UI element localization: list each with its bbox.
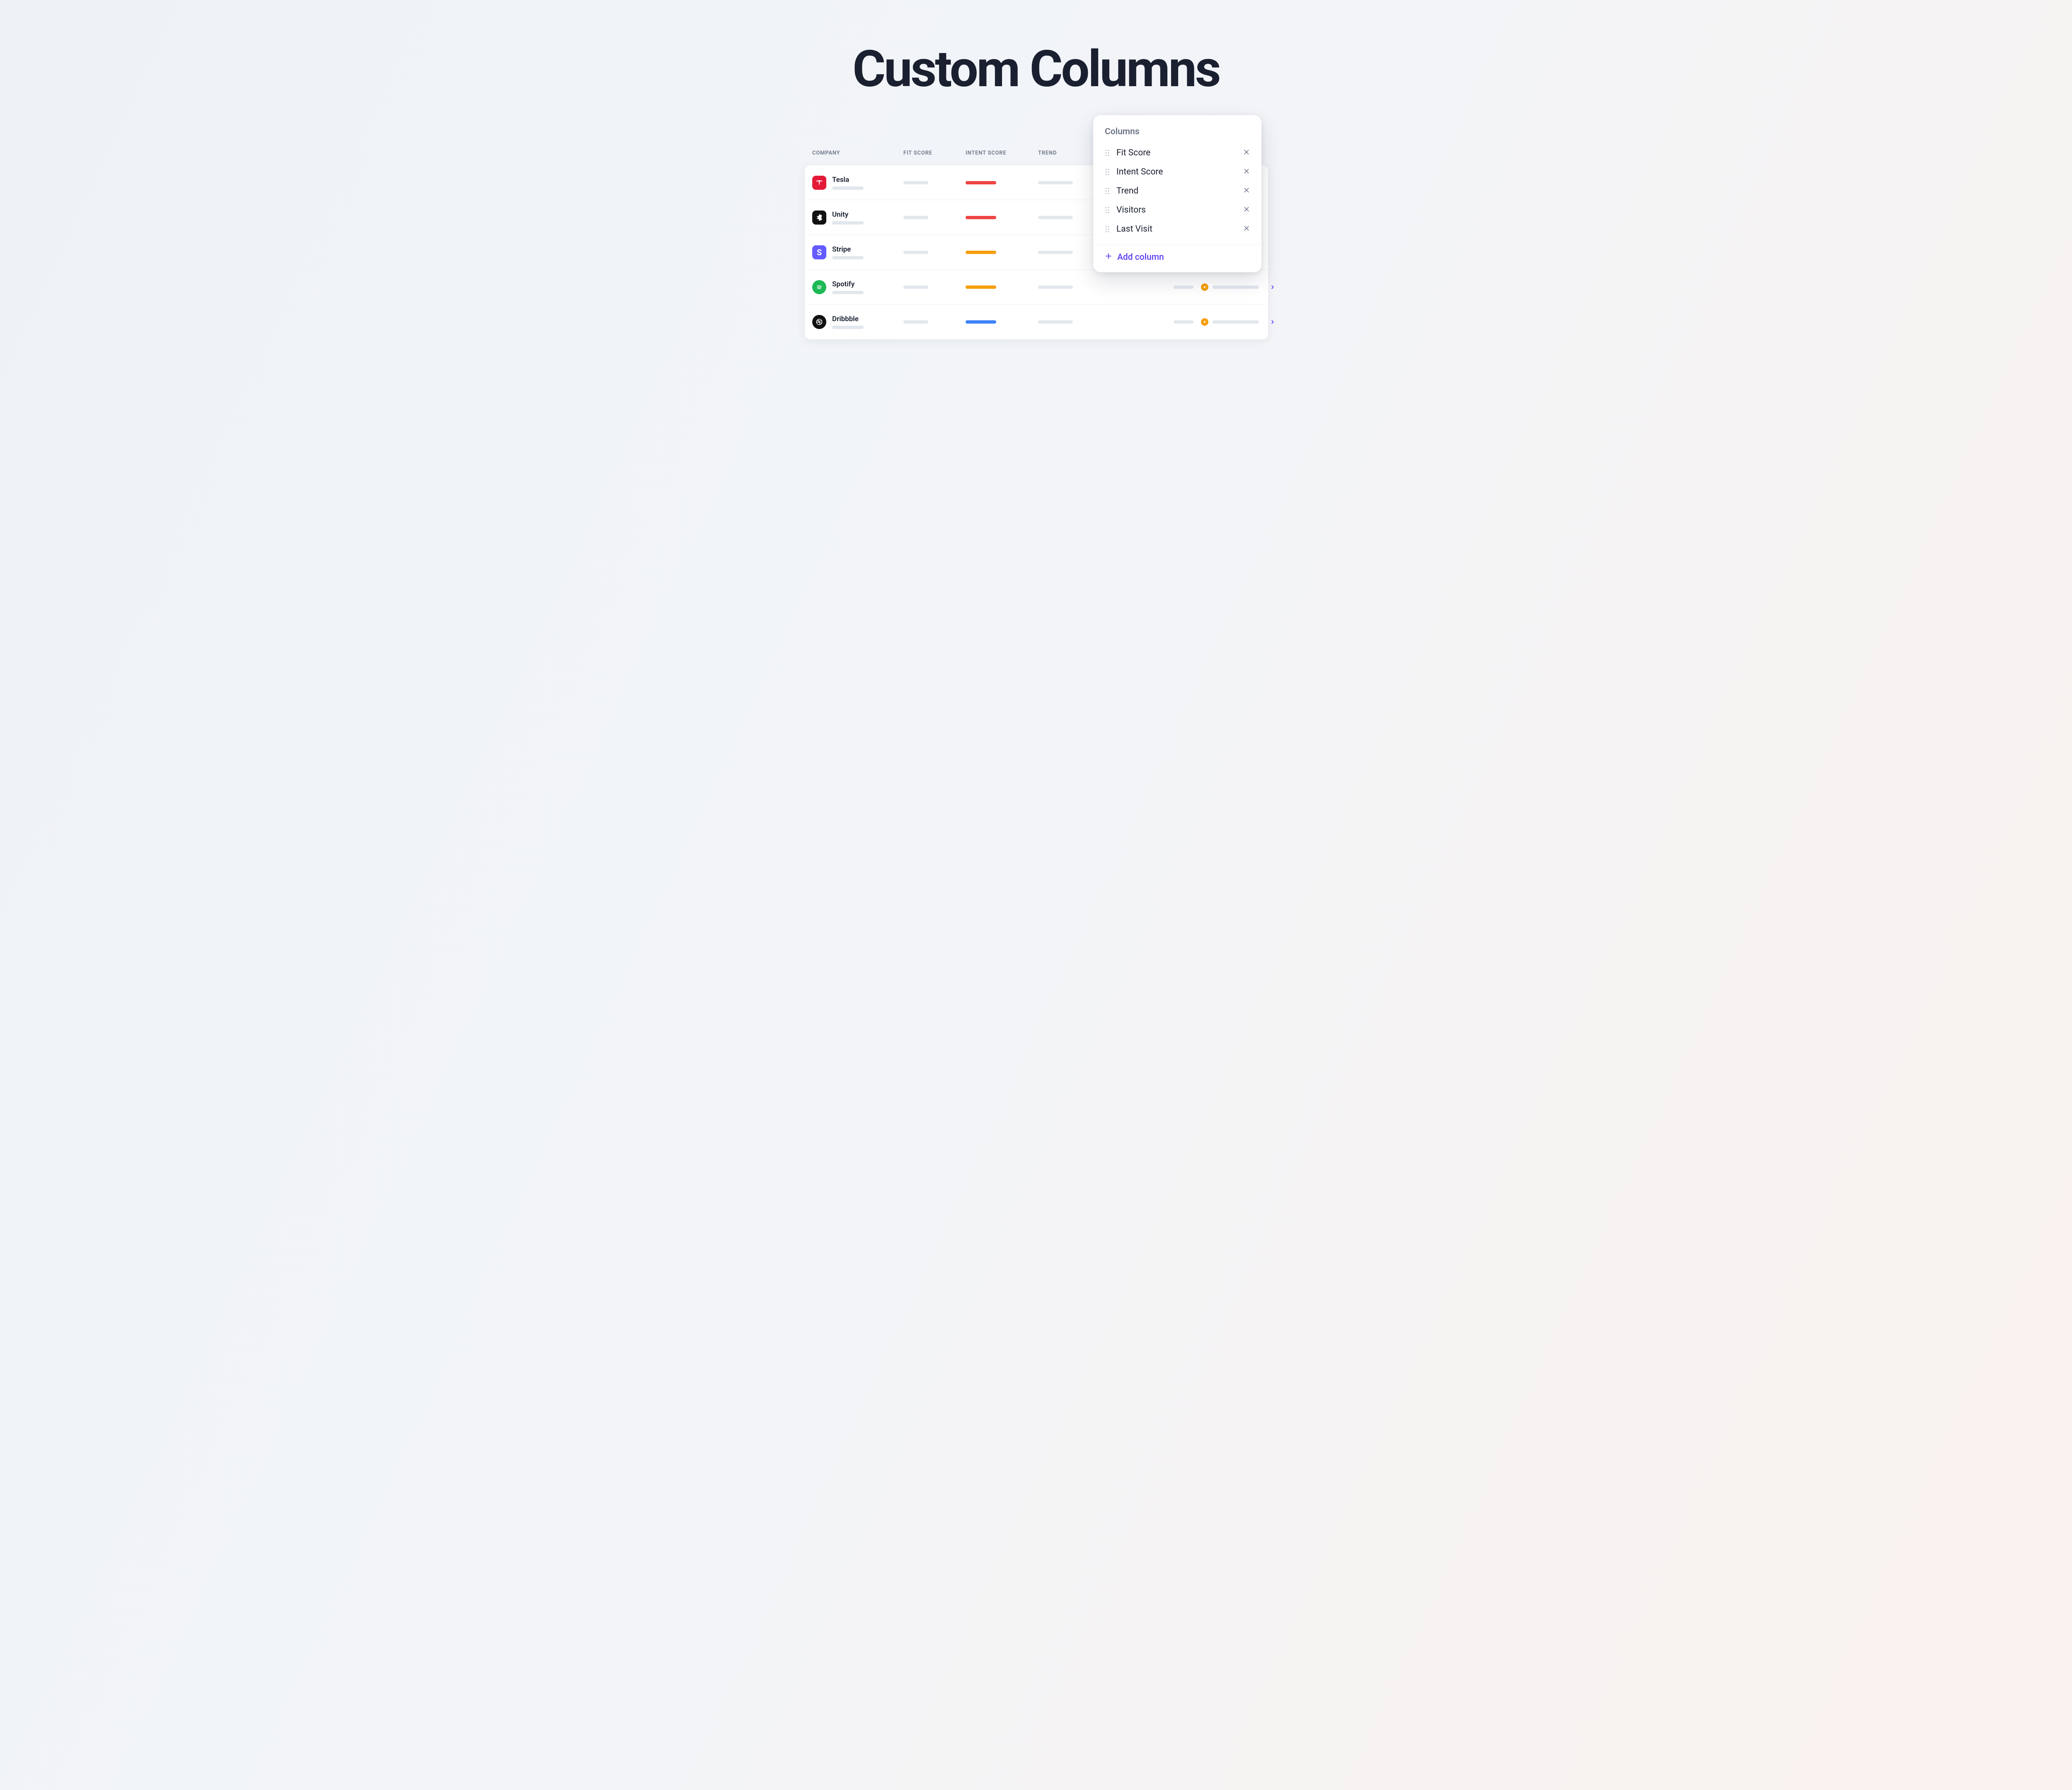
close-icon bbox=[1243, 149, 1250, 157]
extra-skeleton bbox=[1213, 285, 1259, 289]
col-header-fit-score: FIT SCORE bbox=[903, 150, 966, 156]
columns-popover: Columns Fit Score Intent Score Trend Visito… bbox=[1093, 115, 1261, 272]
company-name: Unity bbox=[832, 210, 864, 219]
company-logo-icon bbox=[812, 315, 826, 329]
company-logo-icon bbox=[812, 210, 826, 225]
drag-handle-icon[interactable] bbox=[1105, 149, 1110, 157]
column-item[interactable]: Fit Score bbox=[1093, 143, 1261, 162]
column-item-label: Trend bbox=[1116, 186, 1237, 196]
intent-score-bar bbox=[966, 216, 996, 219]
remove-column-button[interactable] bbox=[1243, 206, 1250, 214]
trend-skeleton bbox=[1038, 181, 1073, 184]
column-item[interactable]: Intent Score bbox=[1093, 162, 1261, 181]
remove-column-button[interactable] bbox=[1243, 149, 1250, 157]
company-subtext-skeleton bbox=[832, 291, 864, 294]
column-item-label: Intent Score bbox=[1116, 167, 1237, 177]
row-extras bbox=[1174, 283, 1276, 291]
intent-score-bar bbox=[966, 285, 996, 289]
company-name: Spotify bbox=[832, 280, 864, 288]
column-item[interactable]: Visitors bbox=[1093, 201, 1261, 220]
fit-score-skeleton bbox=[903, 251, 928, 254]
close-icon bbox=[1243, 206, 1250, 214]
fit-score-skeleton bbox=[903, 181, 928, 184]
extra-skeleton bbox=[1213, 320, 1259, 324]
close-icon bbox=[1243, 168, 1250, 176]
table-row[interactable]: Spotify bbox=[805, 270, 1268, 305]
company-logo-icon bbox=[812, 280, 826, 294]
trend-skeleton bbox=[1038, 216, 1073, 219]
fit-score-skeleton bbox=[903, 320, 928, 324]
trend-skeleton bbox=[1038, 251, 1073, 254]
intent-score-bar bbox=[966, 320, 996, 324]
company-logo-icon: S bbox=[812, 245, 826, 259]
company-subtext-skeleton bbox=[832, 326, 864, 329]
column-item[interactable]: Last Visit bbox=[1093, 220, 1261, 239]
column-item[interactable]: Trend bbox=[1093, 181, 1261, 201]
bolt-badge bbox=[1201, 283, 1259, 291]
drag-handle-icon[interactable] bbox=[1105, 206, 1110, 214]
company-subtext-skeleton bbox=[832, 221, 864, 225]
col-header-intent-score: INTENT SCORE bbox=[966, 150, 1038, 156]
bolt-badge bbox=[1201, 318, 1259, 326]
close-icon bbox=[1243, 225, 1250, 233]
extra-skeleton bbox=[1174, 285, 1193, 289]
column-item-label: Visitors bbox=[1116, 205, 1237, 215]
company-cell: Dribbble bbox=[812, 315, 903, 329]
trend-skeleton bbox=[1038, 285, 1073, 289]
chevron-right-icon[interactable] bbox=[1270, 319, 1276, 325]
company-cell: S Stripe bbox=[812, 245, 903, 259]
popover-title: Columns bbox=[1093, 127, 1261, 143]
bolt-icon bbox=[1201, 283, 1208, 291]
fit-score-skeleton bbox=[903, 216, 928, 219]
fit-score-skeleton bbox=[903, 285, 928, 289]
company-subtext-skeleton bbox=[832, 256, 864, 259]
company-name: Dribbble bbox=[832, 315, 864, 323]
extra-skeleton bbox=[1174, 320, 1193, 324]
drag-handle-icon[interactable] bbox=[1105, 225, 1110, 233]
company-cell: Spotify bbox=[812, 280, 903, 294]
company-cell: Unity bbox=[812, 210, 903, 225]
intent-score-bar bbox=[966, 251, 996, 254]
row-extras bbox=[1174, 318, 1276, 326]
hero-title: Custom Columns bbox=[734, 39, 1338, 99]
bolt-icon bbox=[1201, 318, 1208, 326]
close-icon bbox=[1243, 187, 1250, 195]
company-name: Tesla bbox=[832, 176, 864, 184]
remove-column-button[interactable] bbox=[1243, 168, 1250, 176]
chevron-right-icon[interactable] bbox=[1270, 284, 1276, 290]
remove-column-button[interactable] bbox=[1243, 225, 1250, 233]
intent-score-bar bbox=[966, 181, 996, 184]
drag-handle-icon[interactable] bbox=[1105, 168, 1110, 176]
company-subtext-skeleton bbox=[832, 186, 864, 190]
trend-skeleton bbox=[1038, 320, 1073, 324]
company-logo-icon bbox=[812, 176, 826, 190]
remove-column-button[interactable] bbox=[1243, 187, 1250, 195]
plus-icon bbox=[1105, 252, 1112, 262]
drag-handle-icon[interactable] bbox=[1105, 187, 1110, 195]
column-item-label: Fit Score bbox=[1116, 148, 1237, 158]
company-cell: Tesla bbox=[812, 176, 903, 190]
table-row[interactable]: Dribbble bbox=[805, 305, 1268, 339]
column-item-label: Last Visit bbox=[1116, 224, 1237, 234]
add-column-button[interactable]: Add column bbox=[1093, 250, 1261, 264]
company-name: Stripe bbox=[832, 245, 864, 254]
popover-divider bbox=[1093, 244, 1261, 245]
add-column-label: Add column bbox=[1117, 252, 1164, 262]
col-header-company: COMPANY bbox=[812, 150, 903, 156]
